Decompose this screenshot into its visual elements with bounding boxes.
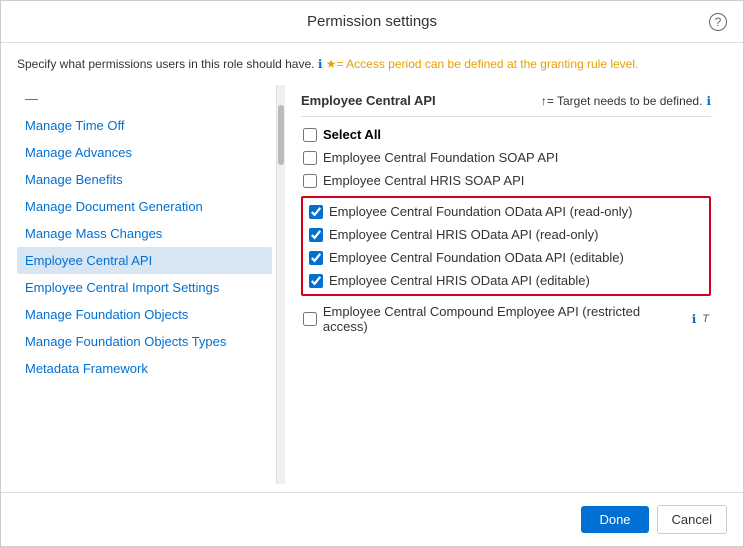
sidebar-item-metadata-framework[interactable]: Metadata Framework [17,355,272,382]
list-item-hris-soap-api: Employee Central HRIS SOAP API [301,169,711,192]
compound-info-icon[interactable]: ℹ [692,312,697,326]
info-text: Specify what permissions users in this r… [17,57,314,71]
checkbox-hris-soap-api[interactable] [303,174,317,188]
list-item-hris-odata-editable: Employee Central HRIS OData API (editabl… [303,269,709,292]
sidebar-item-manage-foundation-objects[interactable]: Manage Foundation Objects [17,301,272,328]
target-t-icon: T [702,313,709,325]
list-item-hris-odata-readonly: Employee Central HRIS OData API (read-on… [303,223,709,246]
sidebar-top-truncated: — [17,85,272,112]
list-item-soap-api: Employee Central Foundation SOAP API [301,146,711,169]
sidebar-item-manage-mass-changes[interactable]: Manage Mass Changes [17,220,272,247]
target-info-icon[interactable]: ℹ [706,94,711,108]
list-item-compound-employee: Employee Central Compound Employee API (… [301,300,711,338]
checkbox-compound-employee[interactable] [303,312,317,326]
checkbox-foundation-odata-readonly[interactable] [309,205,323,219]
permissions-list-highlighted: Employee Central Foundation OData API (r… [303,200,709,292]
info-bar: Specify what permissions users in this r… [17,55,727,73]
help-icon[interactable]: ? [709,13,727,31]
panel-header: Employee Central API ↑= Target needs to … [301,85,711,117]
permissions-list-bottom: Employee Central Compound Employee API (… [301,300,711,338]
done-button[interactable]: Done [581,506,648,533]
sidebar-item-manage-advances[interactable]: Manage Advances [17,139,272,166]
permissions-list-top: Employee Central Foundation SOAP API Emp… [301,146,711,192]
select-all-checkbox[interactable] [303,128,317,142]
select-all-row: Select All [301,123,711,146]
sidebar-item-manage-benefits[interactable]: Manage Benefits [17,166,272,193]
soap-api-label: Employee Central Foundation SOAP API [323,150,558,165]
sidebar-item-employee-central-api[interactable]: Employee Central API [17,247,272,274]
foundation-odata-editable-label: Employee Central Foundation OData API (e… [329,250,624,265]
hris-odata-readonly-label: Employee Central HRIS OData API (read-on… [329,227,599,242]
cancel-button[interactable]: Cancel [657,505,727,534]
list-item-foundation-odata-editable: Employee Central Foundation OData API (e… [303,246,709,269]
permission-settings-dialog: Permission settings ? Specify what permi… [0,0,744,547]
info-icon-inline[interactable]: ℹ [318,57,323,71]
content-area: — Manage Time Off Manage Advances Manage… [17,85,727,484]
dialog-header: Permission settings ? [1,1,743,43]
checkbox-hris-odata-readonly[interactable] [309,228,323,242]
sidebar-scrollbar[interactable] [277,85,285,484]
dialog-footer: Done Cancel [1,492,743,546]
dialog-body: Specify what permissions users in this r… [1,43,743,484]
foundation-odata-readonly-label: Employee Central Foundation OData API (r… [329,204,633,219]
sidebar-item-employee-central-import-settings[interactable]: Employee Central Import Settings [17,274,272,301]
sidebar: — Manage Time Off Manage Advances Manage… [17,85,277,484]
hris-soap-api-label: Employee Central HRIS SOAP API [323,173,524,188]
main-panel: Employee Central API ↑= Target needs to … [285,85,727,484]
star-note: ★= Access period can be defined at the g… [326,57,639,71]
scrollbar-thumb [278,105,284,165]
highlighted-section: Employee Central Foundation OData API (r… [301,196,711,296]
checkbox-foundation-odata-editable[interactable] [309,251,323,265]
target-note: ↑= Target needs to be defined. ℹ [541,94,711,108]
sidebar-item-manage-foundation-objects-types[interactable]: Manage Foundation Objects Types [17,328,272,355]
panel-title: Employee Central API [301,93,436,108]
target-note-text: ↑= Target needs to be defined. [541,94,703,108]
sidebar-item-manage-document-generation[interactable]: Manage Document Generation [17,193,272,220]
select-all-label: Select All [323,127,381,142]
compound-employee-label: Employee Central Compound Employee API (… [323,304,686,334]
sidebar-item-manage-time-off[interactable]: Manage Time Off [17,112,272,139]
dialog-title: Permission settings [307,13,437,30]
checkbox-hris-odata-editable[interactable] [309,274,323,288]
hris-odata-editable-label: Employee Central HRIS OData API (editabl… [329,273,590,288]
checkbox-soap-api[interactable] [303,151,317,165]
list-item-foundation-odata-readonly: Employee Central Foundation OData API (r… [303,200,709,223]
